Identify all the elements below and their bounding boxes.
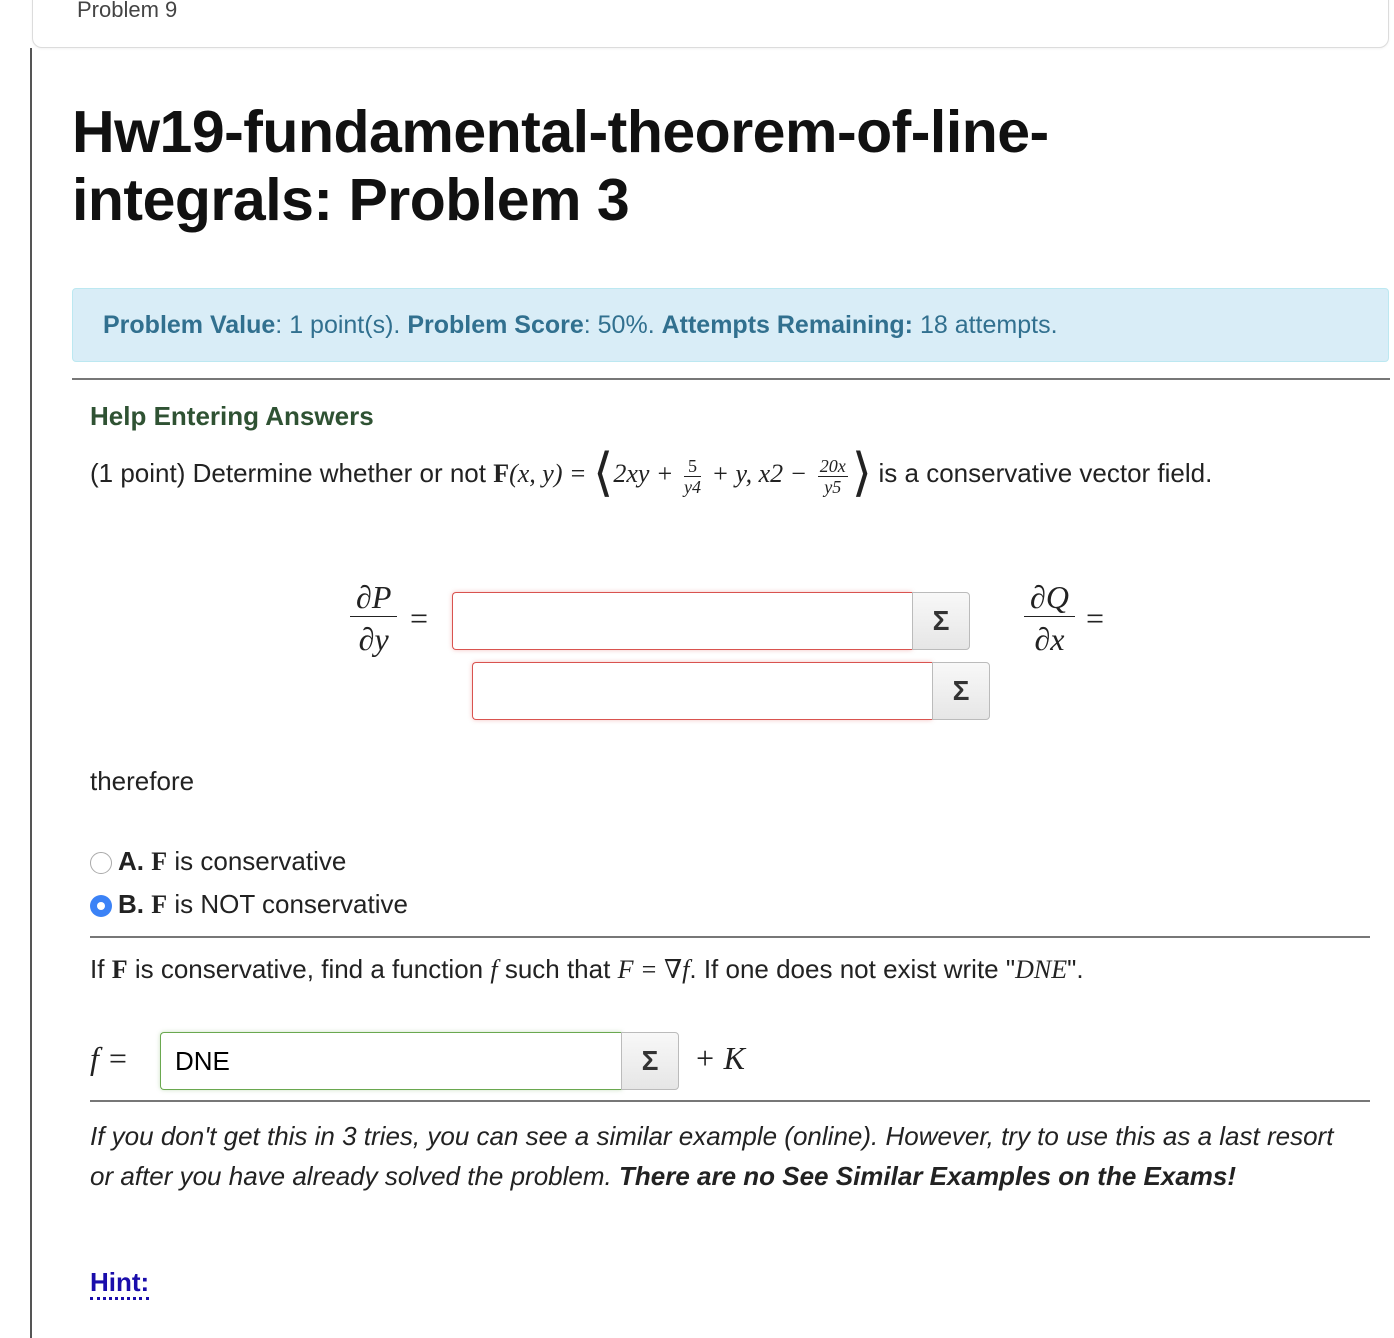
equals-sign: =: [410, 600, 429, 636]
f-equation-editor-button[interactable]: Σ: [621, 1032, 679, 1090]
left-border-rule: [30, 48, 32, 1338]
find-function-instruction: If F is conservative, find a function f …: [90, 954, 1084, 984]
f-equals-label: f =: [90, 1040, 129, 1076]
problem-value-label: Problem Value: [103, 311, 276, 339]
fraction-5-over-y4: 5 y4: [683, 455, 701, 497]
choice-a-symbol: F: [151, 847, 168, 876]
dp-dy-equation-editor-button[interactable]: Σ: [912, 592, 970, 650]
equals-sign: =: [1086, 600, 1105, 636]
choice-a[interactable]: A. F is conservative: [90, 844, 346, 878]
similar-example-note: If you don't get this in 3 tries, you ca…: [90, 1116, 1360, 1196]
problem-statement: (1 point) Determine whether or not F(x, …: [90, 447, 1380, 500]
statement-intro: (1 point) Determine whether or not: [90, 458, 486, 488]
help-entering-answers-link[interactable]: Help Entering Answers: [90, 401, 374, 432]
dq-dx-equation-editor-button[interactable]: Σ: [932, 662, 990, 720]
section-divider: [90, 1100, 1370, 1102]
component-q-term: + y, x2 −: [711, 459, 808, 488]
note-bold-text: There are no See Similar Examples on the…: [618, 1161, 1237, 1191]
choice-b-symbol: F: [151, 890, 168, 919]
hint-link[interactable]: Hint:: [90, 1267, 150, 1300]
component-p-term: 2xy +: [613, 459, 674, 488]
vector-field-symbol: F: [493, 459, 510, 488]
left-angle-bracket: ⟨: [593, 445, 614, 502]
section-divider: [90, 936, 1370, 938]
f-function-input[interactable]: [160, 1032, 622, 1090]
page-title: Hw19-fundamental-theorem-of-line-integra…: [72, 99, 1049, 233]
therefore-label: therefore: [90, 766, 195, 796]
choice-b-letter: B.: [118, 889, 144, 919]
choice-b[interactable]: B. F is NOT conservative: [90, 887, 408, 921]
choice-b-label: is NOT conservative: [174, 889, 408, 919]
dp-dy-fraction: ∂P ∂y: [350, 578, 398, 661]
choice-a-radio[interactable]: [90, 852, 112, 874]
choice-a-label: is conservative: [174, 846, 347, 876]
problem-value: : 1 point(s).: [275, 311, 401, 339]
previous-problem-card: Problem 9: [32, 0, 1389, 48]
plus-constant-k: + K: [694, 1040, 745, 1076]
dq-dx-input[interactable]: [472, 662, 932, 720]
vector-field-args: (x, y) =: [509, 459, 587, 488]
choice-b-radio[interactable]: [90, 895, 112, 917]
problem-score-label: Problem Score: [407, 311, 584, 339]
attempts-remaining-label: Attempts Remaining:: [661, 311, 913, 339]
dq-dx-fraction: ∂Q ∂x: [1024, 578, 1075, 661]
right-angle-bracket: ⟩: [851, 445, 873, 502]
statement-outro: is a conservative vector field.: [878, 458, 1213, 488]
fraction-20x-over-y5: 20x y5: [817, 455, 848, 497]
choice-a-letter: A.: [118, 846, 144, 876]
dp-dy-input[interactable]: [452, 592, 912, 650]
attempts-remaining: 18 attempts.: [919, 311, 1058, 339]
problem-score-box: Problem Value: 1 point(s). Problem Score…: [72, 288, 1389, 362]
problem-score: : 50%.: [583, 311, 655, 339]
section-divider: [72, 378, 1390, 380]
previous-problem-title: Problem 9: [77, 0, 178, 22]
